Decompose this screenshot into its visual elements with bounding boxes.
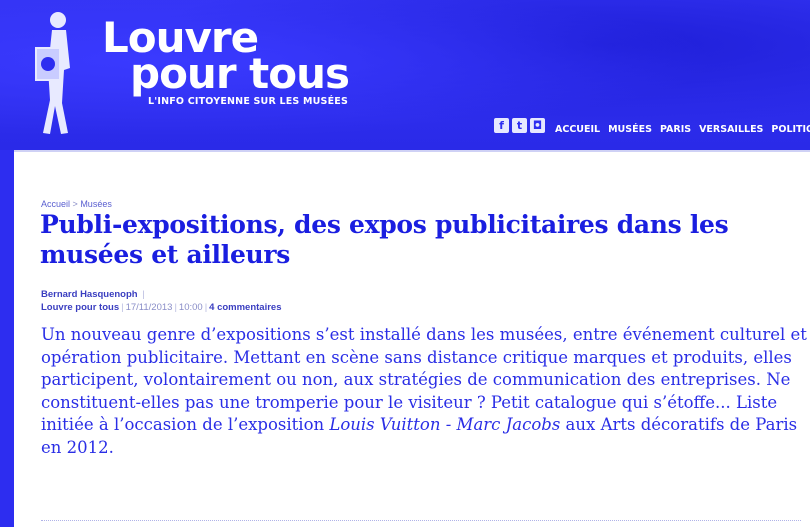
instagram-icon[interactable]: ◘ [530,118,545,133]
breadcrumb-home[interactable]: Accueil [41,199,70,209]
site-tagline: L'INFO CITOYENNE SUR LES MUSÉES [148,96,349,107]
nav-item-politique[interactable]: POLITIQUE [771,124,810,135]
walking-figure-logo-icon [35,12,70,134]
comments-link[interactable]: 4 commentaires [209,302,281,313]
article-panel: Accueil > Musées Publi-expositions, des … [14,150,810,527]
nav-item-versailles[interactable]: VERSAILLES [699,124,763,135]
article-title: Publi-expositions, des expos publicitair… [40,210,729,269]
twitter-icon[interactable]: t [512,118,527,133]
social-links: f t ◘ [494,118,545,133]
site-logo[interactable]: Louvre pour tous L'INFO CITOYENNE SUR LE… [102,17,350,108]
logo-line-2: pour tous [130,49,350,98]
divider [41,520,801,521]
article-date: 17/11/2013 [125,302,173,313]
article-byline: Bernard Hasquenoph | Louvre pour tous | 17… [41,289,282,313]
article-time: 10:00 [178,302,203,313]
nav-item-musees[interactable]: MUSÉES [608,124,652,135]
nav-item-accueil[interactable]: ACCUEIL [555,124,600,135]
breadcrumb-section[interactable]: Musées [80,199,112,209]
nav-item-paris[interactable]: PARIS [660,124,691,135]
breadcrumb: Accueil > Musées [41,199,112,209]
site-header: Louvre pour tous L'INFO CITOYENNE SUR LE… [0,0,810,150]
article-blog[interactable]: Louvre pour tous [41,302,119,313]
breadcrumb-separator: > [72,199,78,209]
lead-exhibition-title: Louis Vuitton - Marc Jacobs [329,415,561,434]
article-author[interactable]: Bernard Hasquenoph [41,289,138,300]
article-lead: Un nouveau genre d’expositions s’est ins… [41,324,810,459]
main-nav: ACCUEIL MUSÉES PARIS VERSAILLES POLITIQU… [555,124,810,135]
facebook-icon[interactable]: f [494,118,509,133]
